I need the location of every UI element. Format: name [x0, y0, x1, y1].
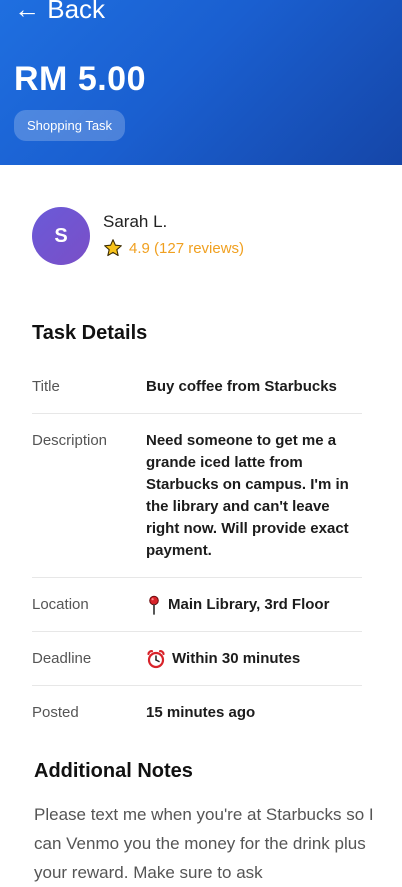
detail-value-text: Within 30 minutes — [172, 650, 301, 667]
poster-name: Sarah L. — [103, 212, 168, 231]
pin-icon — [149, 595, 159, 615]
detail-value-text: Main Library, 3rd Floor — [168, 596, 330, 613]
additional-notes-title: Additional Notes — [34, 760, 193, 782]
detail-value-text: Need someone to get me a grande iced lat… — [146, 432, 349, 559]
task-details-list: Title Buy coffee from Starbucks Descript… — [32, 360, 362, 739]
detail-label: Title — [32, 378, 60, 395]
back-label: ← Back — [14, 0, 106, 24]
detail-value-text: Buy coffee from Starbucks — [146, 378, 337, 395]
detail-value: Within 30 minutes — [146, 648, 362, 670]
category-badge: Shopping Task — [14, 110, 126, 141]
poster-info: Sarah L. 4.9 (127 reviews) — [103, 212, 244, 258]
star-icon — [104, 239, 122, 257]
detail-value: 15 minutes ago — [146, 702, 362, 724]
task-header: ← Back RM 5.00 Shopping Task — [0, 0, 402, 165]
detail-row-posted: Posted 15 minutes ago — [32, 686, 362, 739]
detail-row-location: Location Main Library, 3rd Floor — [32, 578, 362, 632]
avatar: S — [32, 207, 90, 265]
detail-value: Buy coffee from Starbucks — [146, 376, 362, 398]
detail-row-description: Description Need someone to get me a gra… — [32, 414, 362, 578]
detail-label: Location — [32, 596, 89, 613]
rating-text: 4.9 (127 reviews) — [129, 239, 245, 257]
poster-rating: 4.9 (127 reviews) — [103, 238, 244, 258]
detail-label: Description — [32, 432, 108, 449]
task-details-title: Task Details — [32, 322, 148, 344]
detail-label: Posted — [32, 704, 79, 721]
detail-label: Deadline — [32, 650, 92, 667]
detail-row-deadline: Deadline Within 30 minutes — [32, 632, 362, 686]
back-button[interactable]: ← Back — [14, 0, 105, 25]
poster-profile[interactable]: S Sarah L. 4.9 (127 reviews) — [32, 207, 244, 265]
detail-value-text: 15 minutes ago — [146, 704, 256, 721]
detail-value: Need someone to get me a grande iced lat… — [146, 430, 362, 562]
detail-row-title: Title Buy coffee from Starbucks — [32, 360, 362, 414]
alarm-clock-icon — [147, 650, 165, 669]
detail-value: Main Library, 3rd Floor — [146, 594, 362, 616]
task-price: RM 5.00 — [14, 60, 146, 98]
